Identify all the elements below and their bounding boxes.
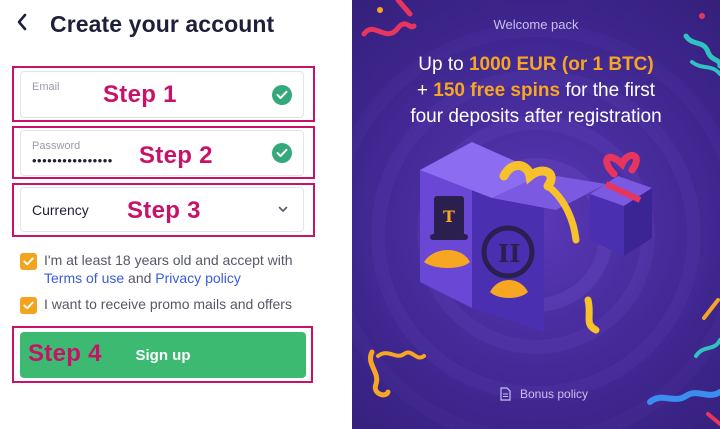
promo-mails-label: I want to receive promo mails and offers <box>44 296 292 312</box>
step-4-label: Step 4 <box>28 340 102 367</box>
age-terms-text: I'm at least 18 years old and accept wit… <box>44 251 293 287</box>
age-terms-label: I'm at least 18 years old and accept wit… <box>44 252 293 268</box>
promo-mails-checkbox[interactable] <box>20 297 37 314</box>
password-value: •••••••••••••••• <box>32 153 113 168</box>
currency-label: Currency <box>32 202 89 218</box>
document-icon <box>500 387 511 401</box>
svg-text:II: II <box>498 239 520 268</box>
bonus-policy-label: Bonus policy <box>520 387 589 401</box>
valid-check-icon <box>272 84 292 105</box>
step-2-label: Step 2 <box>139 142 213 169</box>
step-1-label: Step 1 <box>103 81 177 108</box>
promo-panel: Welcome pack Up to 1000 EUR (or 1 BTC) +… <box>352 0 720 429</box>
header: Create your account <box>16 8 274 40</box>
gift-box-illustration: T II <box>361 0 720 426</box>
valid-check-icon <box>272 143 292 163</box>
page-title: Create your account <box>50 10 275 37</box>
password-label: Password <box>32 140 81 152</box>
registration-panel: Create your account Email Password •••••… <box>0 0 352 429</box>
and-label: and <box>128 270 152 286</box>
age-terms-checkbox[interactable] <box>20 253 37 270</box>
email-label: Email <box>32 81 60 93</box>
chevron-down-icon <box>278 206 288 212</box>
terms-of-use-link[interactable]: Terms of use <box>44 270 124 286</box>
privacy-policy-link[interactable]: Privacy policy <box>155 270 241 286</box>
step-3-label: Step 3 <box>127 197 201 224</box>
svg-text:T: T <box>443 207 455 226</box>
bonus-policy-link[interactable]: Bonus policy <box>500 387 588 401</box>
sign-up-label: Sign up <box>135 346 191 364</box>
chevron-left-icon[interactable] <box>16 13 34 35</box>
